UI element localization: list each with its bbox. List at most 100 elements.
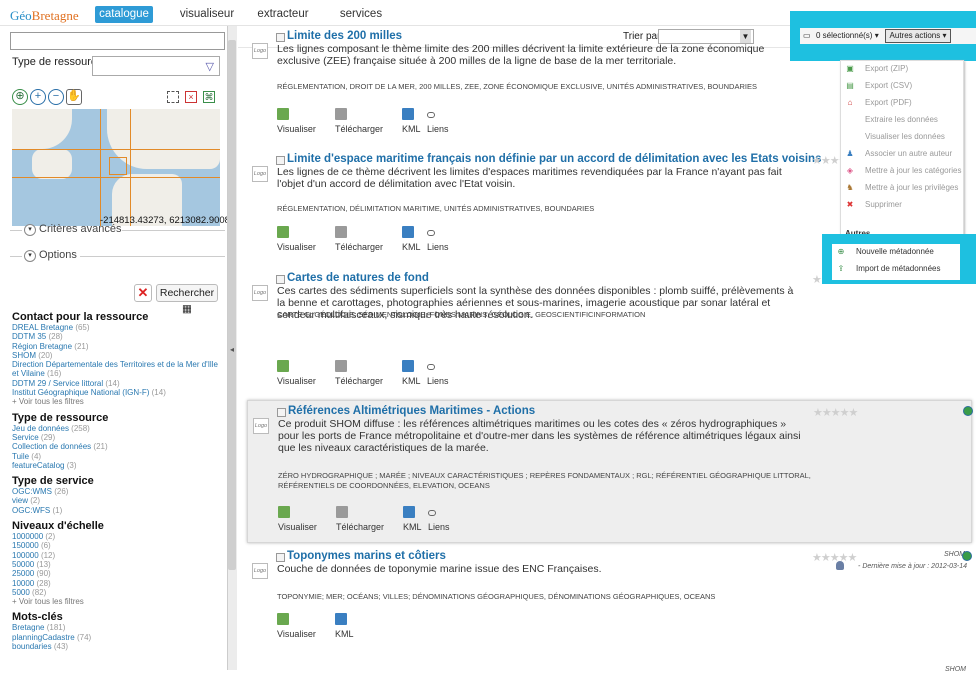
record-checkbox[interactable] <box>276 275 285 284</box>
facet-item[interactable]: 25000 (90) <box>12 569 226 578</box>
liens-action[interactable]: Liens <box>427 360 449 386</box>
options-toggle[interactable]: ▾ Options <box>10 249 225 263</box>
menu-item[interactable]: ♟ Associer un autre auteur <box>841 146 965 162</box>
facet-item[interactable]: Tuile (4) <box>12 452 226 461</box>
menu-item[interactable]: ▤ Export (CSV) <box>841 78 965 94</box>
zoom-extent-icon[interactable]: ⊕ <box>12 89 28 105</box>
facet-item-label: 150000 <box>12 541 39 551</box>
menu-item[interactable]: ◈ Mettre à jour les catégories <box>841 163 965 179</box>
kml-action[interactable]: KML <box>402 108 421 134</box>
facet-item[interactable]: Jeu de données (258) <box>12 424 226 433</box>
menu-item[interactable]: Extraire les données <box>841 112 965 128</box>
facet-item[interactable]: Direction Départementale des Territoires… <box>12 360 226 379</box>
select-box-icon[interactable] <box>167 91 179 103</box>
facet-item[interactable]: SHOM (20) <box>12 351 226 360</box>
kml-action[interactable]: KML <box>403 506 422 532</box>
tab-visualiseur[interactable]: visualiseur <box>176 6 238 23</box>
facet-item[interactable]: 150000 (6) <box>12 541 226 550</box>
resource-type-select[interactable]: ▽ <box>92 56 220 76</box>
record-checkbox[interactable] <box>276 553 285 562</box>
liens-action[interactable]: Liens <box>427 226 449 252</box>
facet-item[interactable]: OGC:WMS (26) <box>12 487 226 496</box>
download-icon <box>335 360 347 372</box>
facet-item-count: (43) <box>53 642 69 652</box>
record-title[interactable]: Cartes de natures de fond <box>287 272 429 284</box>
record-checkbox[interactable] <box>276 156 285 165</box>
zoom-in-icon[interactable]: + <box>30 89 46 105</box>
facet-item[interactable]: Bretagne (181) <box>12 623 226 632</box>
advanced-criteria-toggle[interactable]: ▾ Critères avancés <box>10 223 225 237</box>
visualiser-action[interactable]: Visualiser <box>277 108 316 134</box>
geobretagne-logo[interactable]: GéoBretagne <box>10 8 79 24</box>
facet-item[interactable]: DDTM 29 / Service littoral (14) <box>12 379 226 388</box>
clear-selection-icon[interactable]: × <box>185 91 197 103</box>
facet-item[interactable]: 10000 (28) <box>12 579 226 588</box>
menu-item[interactable]: ♞ Mettre à jour les privilèges <box>841 180 965 196</box>
sidebar-scroll-thumb[interactable] <box>228 40 236 570</box>
telecharger-action[interactable]: Télécharger <box>335 108 383 134</box>
facet-item[interactable]: view (2) <box>12 496 226 505</box>
zoom-out-icon[interactable]: − <box>48 89 64 105</box>
tab-services[interactable]: services <box>336 6 386 23</box>
facet-item[interactable]: Collection de données (21) <box>12 442 226 451</box>
menu-item[interactable]: Visualiser les données <box>841 129 965 145</box>
select-checkbox-icon[interactable]: ▭ <box>803 28 811 44</box>
facet-item[interactable]: 50000 (13) <box>12 560 226 569</box>
tab-catalogue[interactable]: catalogue <box>95 6 153 23</box>
facet-item[interactable]: planningCadastre (74) <box>12 633 226 642</box>
menu-item[interactable]: ▣ Export (ZIP) <box>841 61 965 77</box>
facet-item[interactable]: 1000000 (2) <box>12 532 226 541</box>
menu-item-import-metadata[interactable]: ⇪ Import de métadonnées <box>832 261 956 277</box>
visualiser-action[interactable]: Visualiser <box>278 506 317 532</box>
pan-hand-icon[interactable]: ✋ <box>66 89 82 105</box>
kml-action[interactable]: KML <box>335 613 354 639</box>
panel-splitter[interactable]: ◂ <box>229 330 237 370</box>
record-checkbox[interactable] <box>276 33 285 42</box>
record-title[interactable]: Limite des 200 milles <box>287 30 402 42</box>
telecharger-action[interactable]: Télécharger <box>335 226 383 252</box>
action-label: Visualiser <box>277 376 316 386</box>
other-actions-button[interactable]: Autres actions ▾ <box>885 29 951 43</box>
menu-item-new-metadata[interactable]: ⊕ Nouvelle métadonnée <box>832 244 956 260</box>
globe-icon[interactable] <box>963 406 973 416</box>
globe-icon[interactable] <box>962 551 972 561</box>
kml-action[interactable]: KML <box>402 360 421 386</box>
facet-item[interactable]: boundaries (43) <box>12 642 226 651</box>
visualiser-action[interactable]: Visualiser <box>277 226 316 252</box>
search-input[interactable] <box>10 32 225 50</box>
menu-item[interactable]: ⌂ Export (PDF) <box>841 95 965 111</box>
kml-action[interactable]: KML <box>402 226 421 252</box>
extent-map[interactable] <box>12 109 220 226</box>
record-title[interactable]: Limite d'espace maritime français non dé… <box>287 153 821 165</box>
facet-item[interactable]: OGC:WFS (1) <box>12 506 226 515</box>
collapse-icon: ▾ <box>24 250 36 262</box>
liens-action[interactable]: Liens <box>428 506 450 532</box>
facet-item[interactable]: Région Bretagne (21) <box>12 342 226 351</box>
rating-stars[interactable]: ★★★★★ <box>812 551 857 564</box>
record-title[interactable]: Références Altimétriques Maritimes - Act… <box>288 405 535 417</box>
visualiser-action[interactable]: Visualiser <box>277 613 316 639</box>
telecharger-action[interactable]: Télécharger <box>335 360 383 386</box>
visualiser-action[interactable]: Visualiser <box>277 360 316 386</box>
facet-item[interactable]: DREAL Bretagne (65) <box>12 323 226 332</box>
full-extent-icon[interactable]: ⌘ <box>203 91 215 103</box>
selected-count[interactable]: 0 sélectionné(s) ▾ <box>816 28 879 44</box>
rating-stars[interactable]: ★★★★★ <box>813 406 858 419</box>
tab-extracteur[interactable]: extracteur <box>255 6 311 23</box>
search-button[interactable]: Rechercher ▦ <box>156 284 218 315</box>
show-all-filters-link[interactable]: + Voir tous les filtres <box>12 597 226 606</box>
facet-item[interactable]: 5000 (82) <box>12 588 226 597</box>
telecharger-action[interactable]: Télécharger <box>336 506 384 532</box>
clear-search-button[interactable]: ✕ <box>134 284 152 302</box>
menu-item[interactable]: ✖ Supprimer <box>841 197 965 213</box>
liens-action[interactable]: Liens <box>427 108 449 134</box>
record-checkbox[interactable] <box>277 408 286 417</box>
menu-item-label: Visualiser les données <box>865 132 945 141</box>
facet-item[interactable]: featureCatalog (3) <box>12 461 226 470</box>
show-all-filters-link[interactable]: + Voir tous les filtres <box>12 397 226 406</box>
facet-item[interactable]: Institut Géographique National (IGN-F) (… <box>12 388 226 397</box>
facet-item[interactable]: Service (29) <box>12 433 226 442</box>
record-title[interactable]: Toponymes marins et côtiers <box>287 550 446 562</box>
facet-item[interactable]: DDTM 35 (28) <box>12 332 226 341</box>
facet-item[interactable]: 100000 (12) <box>12 551 226 560</box>
